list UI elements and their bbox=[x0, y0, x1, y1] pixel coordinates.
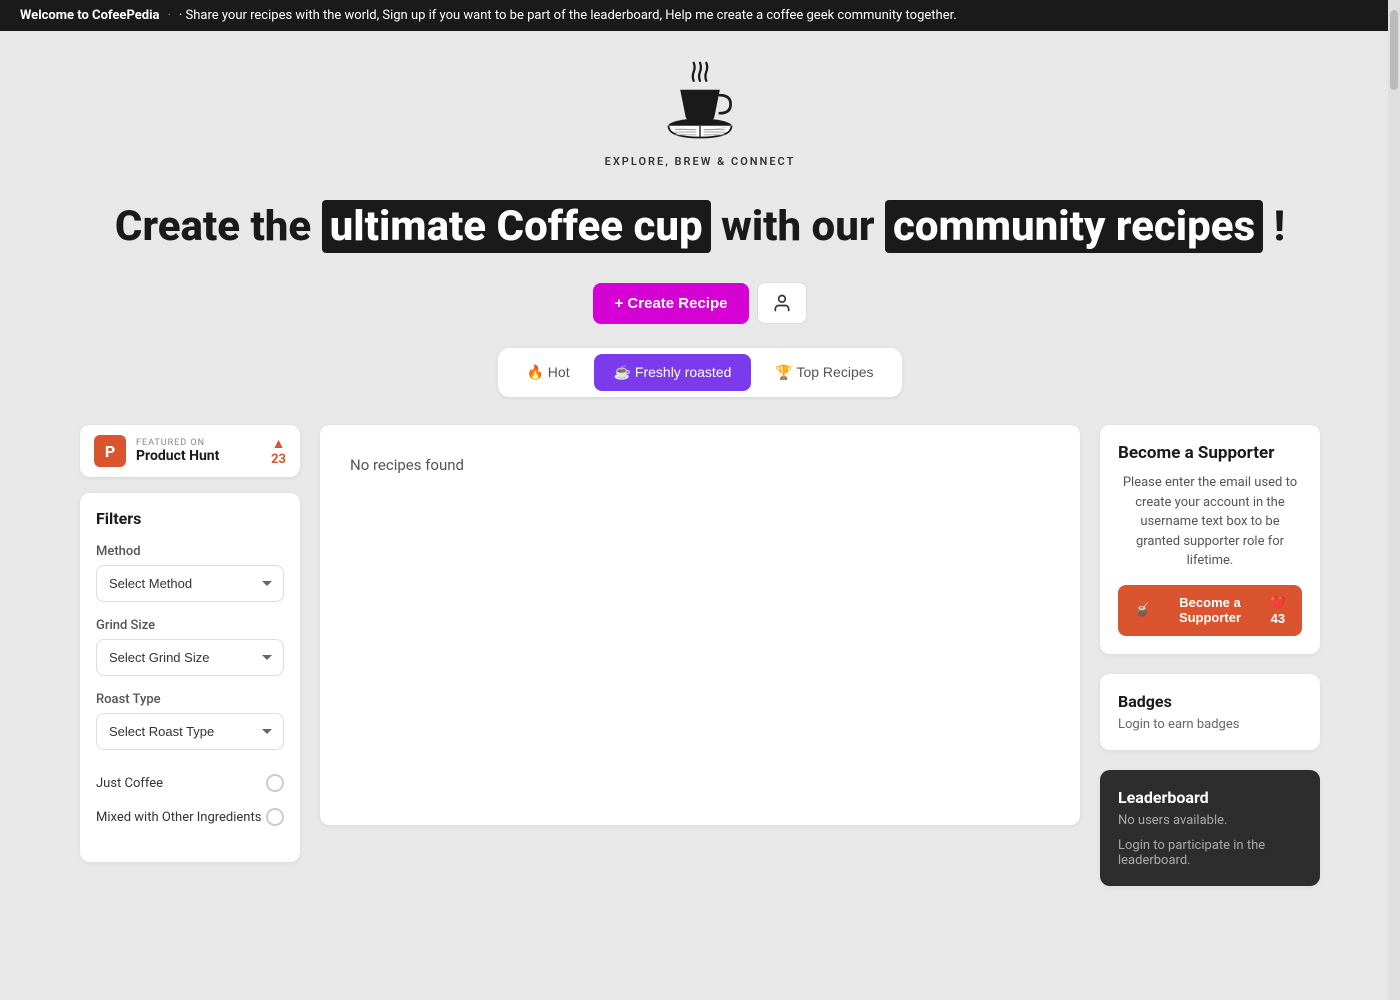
scrollbar[interactable] bbox=[1388, 0, 1400, 1000]
ph-name-label: Product Hunt bbox=[136, 448, 261, 464]
ph-featured-label: FEATURED ON bbox=[136, 438, 261, 448]
leaderboard-title: Leaderboard bbox=[1118, 788, 1302, 807]
radio-group-coffee-type: Just Coffee Mixed with Other Ingredients bbox=[96, 766, 284, 834]
hero-suffix: ! bbox=[1274, 202, 1285, 251]
supporter-description: Please enter the email used to create yo… bbox=[1118, 473, 1302, 571]
heart-icon: ❤️ bbox=[1270, 595, 1286, 611]
right-sidebar: Become a Supporter Please enter the emai… bbox=[1100, 425, 1320, 886]
become-supporter-button[interactable]: 🧉 Become a Supporter ❤️ 43 bbox=[1118, 585, 1302, 636]
user-button[interactable] bbox=[757, 282, 807, 324]
filters-title: Filters bbox=[96, 509, 284, 528]
supporter-title: Become a Supporter bbox=[1118, 443, 1302, 463]
supporter-cup-icon: 🧉 bbox=[1134, 602, 1150, 618]
badges-card: Badges Login to earn badges bbox=[1100, 674, 1320, 750]
leaderboard-card: Leaderboard No users available. Login to… bbox=[1100, 770, 1320, 886]
filter-method-group: Method Select Method Espresso Pour Over … bbox=[96, 544, 284, 602]
radio-just-coffee: Just Coffee bbox=[96, 766, 284, 800]
logo-icon bbox=[655, 61, 745, 151]
filter-roast-select[interactable]: Select Roast Type Light Medium Medium Da… bbox=[96, 713, 284, 750]
ph-logo-icon: P bbox=[94, 435, 126, 467]
hero-highlight1: ultimate Coffee cup bbox=[322, 200, 711, 253]
hero-heading: Create the ultimate Coffee cup with our … bbox=[80, 202, 1320, 252]
filter-grind-group: Grind Size Select Grind Size Extra Fine … bbox=[96, 618, 284, 676]
badges-subtitle: Login to earn badges bbox=[1118, 717, 1302, 732]
top-banner: Welcome to CofeePedia · · Share your rec… bbox=[0, 0, 1400, 31]
supporter-heart-badge: ❤️ 43 bbox=[1270, 595, 1286, 626]
banner-message: · Share your recipes with the world, Sig… bbox=[179, 8, 957, 23]
product-hunt-badge[interactable]: P FEATURED ON Product Hunt ▲ 23 bbox=[80, 425, 300, 477]
just-coffee-radio[interactable] bbox=[266, 774, 284, 792]
filter-method-label: Method bbox=[96, 544, 284, 559]
radio-mixed: Mixed with Other Ingredients bbox=[96, 800, 284, 834]
supporter-button-label: Become a Supporter bbox=[1158, 595, 1262, 625]
action-row: + Create Recipe bbox=[80, 282, 1320, 324]
main-wrapper: EXPLORE, BREW & CONNECT Create the ultim… bbox=[60, 31, 1340, 886]
filter-roast-group: Roast Type Select Roast Type Light Mediu… bbox=[96, 692, 284, 750]
filter-roast-label: Roast Type bbox=[96, 692, 284, 707]
badges-title: Badges bbox=[1118, 692, 1302, 711]
scrollbar-thumb[interactable] bbox=[1390, 10, 1398, 90]
left-sidebar: P FEATURED ON Product Hunt ▲ 23 Filters … bbox=[80, 425, 300, 862]
leaderboard-no-users: No users available. bbox=[1118, 813, 1302, 828]
mixed-radio[interactable] bbox=[266, 808, 284, 826]
site-name: Welcome to CofeePedia bbox=[20, 8, 159, 23]
tabs-container: 🔥 Hot ☕ Freshly roasted 🏆 Top Recipes bbox=[498, 348, 901, 397]
filter-method-select[interactable]: Select Method Espresso Pour Over French … bbox=[96, 565, 284, 602]
tab-top-recipes[interactable]: 🏆 Top Recipes bbox=[755, 354, 893, 391]
no-recipes-message: No recipes found bbox=[350, 456, 464, 474]
tabs-row: 🔥 Hot ☕ Freshly roasted 🏆 Top Recipes bbox=[80, 348, 1320, 397]
filter-grind-select[interactable]: Select Grind Size Extra Fine Fine Medium… bbox=[96, 639, 284, 676]
filters-section: Filters Method Select Method Espresso Po… bbox=[80, 493, 300, 862]
banner-dot: · bbox=[167, 8, 170, 23]
tab-hot[interactable]: 🔥 Hot bbox=[506, 354, 589, 391]
just-coffee-label: Just Coffee bbox=[96, 776, 163, 791]
create-recipe-button[interactable]: + Create Recipe bbox=[593, 283, 750, 324]
tab-freshly-roasted[interactable]: ☕ Freshly roasted bbox=[594, 354, 752, 391]
supporter-card: Become a Supporter Please enter the emai… bbox=[1100, 425, 1320, 654]
leaderboard-login-text: Login to participate in the leaderboard. bbox=[1118, 838, 1302, 868]
btn-supporter-left: 🧉 Become a Supporter bbox=[1134, 595, 1262, 625]
ph-count: ▲ 23 bbox=[271, 435, 286, 467]
logo-area: EXPLORE, BREW & CONNECT bbox=[80, 31, 1320, 178]
content-layout: P FEATURED ON Product Hunt ▲ 23 Filters … bbox=[80, 425, 1320, 886]
logo-tagline: EXPLORE, BREW & CONNECT bbox=[605, 155, 796, 168]
hero-highlight2: community recipes bbox=[885, 200, 1263, 253]
ph-number: 23 bbox=[271, 452, 286, 467]
hero-prefix: Create the bbox=[115, 202, 311, 251]
mixed-label: Mixed with Other Ingredients bbox=[96, 810, 261, 825]
ph-text: FEATURED ON Product Hunt bbox=[136, 438, 261, 464]
user-icon bbox=[772, 293, 792, 313]
filter-grind-label: Grind Size bbox=[96, 618, 284, 633]
supporter-count: 43 bbox=[1271, 611, 1285, 626]
ph-arrow-icon: ▲ bbox=[272, 435, 286, 452]
main-content: No recipes found bbox=[320, 425, 1080, 825]
hero-middle: with our bbox=[721, 202, 874, 251]
